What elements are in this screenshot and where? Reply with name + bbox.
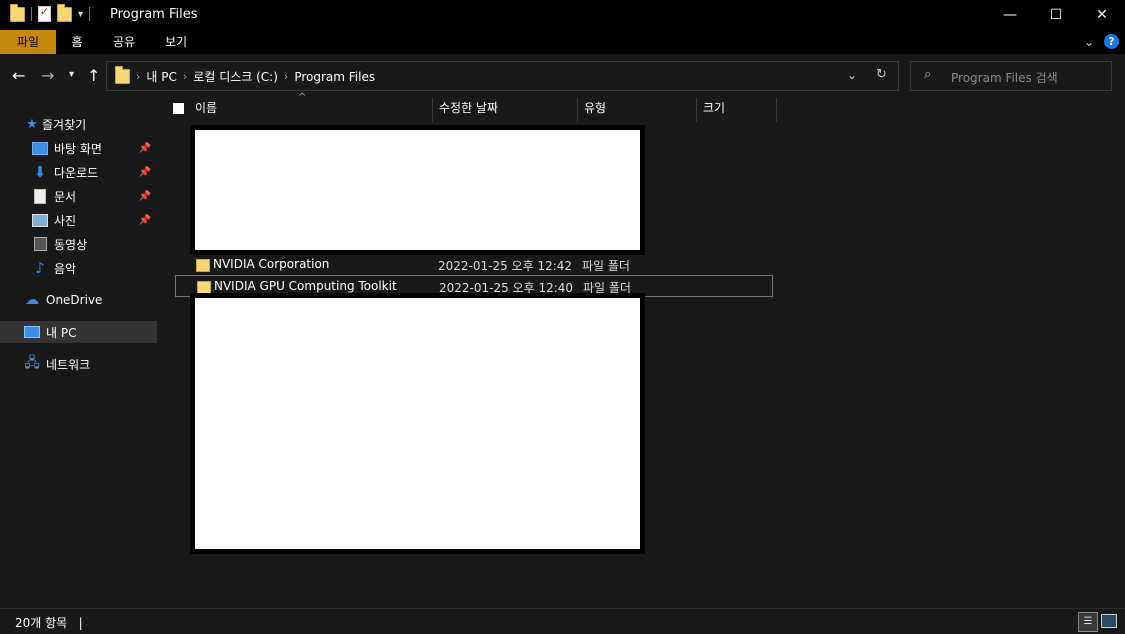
chevron-right-icon[interactable]: › xyxy=(136,70,140,83)
desktop-icon xyxy=(32,140,48,156)
file-date: 2022-01-25 오후 12:42 xyxy=(438,259,573,273)
tab-home[interactable]: 홈 xyxy=(62,30,92,54)
address-toolbar: ← → ▾ ↑ › 내 PC › 로컬 디스크 (C:) › Program F… xyxy=(0,54,1125,96)
video-icon xyxy=(32,236,48,252)
divider xyxy=(89,7,91,21)
forward-arrow-icon[interactable]: → xyxy=(41,66,54,85)
refresh-icon[interactable]: ↻ xyxy=(876,67,887,82)
sidebar-item-label: 음악 xyxy=(54,261,77,276)
column-header-name[interactable]: 이름 xyxy=(195,96,217,120)
expand-ribbon-icon[interactable]: ⌄ xyxy=(1084,35,1094,49)
sort-ascending-icon: ^ xyxy=(298,92,307,103)
file-name: NVIDIA GPU Computing Toolkit xyxy=(214,279,397,293)
column-header-size[interactable]: 크기 xyxy=(703,96,725,120)
breadcrumb-local-disk[interactable]: 로컬 디스크 (C:) xyxy=(193,68,278,85)
select-all-checkbox[interactable] xyxy=(173,103,184,114)
pin-icon[interactable]: 📌 xyxy=(139,167,151,178)
up-arrow-icon[interactable]: ↑ xyxy=(87,66,100,85)
recent-locations-icon[interactable]: ▾ xyxy=(69,69,74,80)
item-count: 20개 항목 | xyxy=(15,616,83,630)
search-icon: ⌕ xyxy=(924,67,932,82)
column-header-date[interactable]: 수정한 날짜 xyxy=(439,96,498,120)
sidebar-item-pictures[interactable]: 사진 📌 xyxy=(0,209,157,231)
sidebar-item-network[interactable]: 🖧 네트워크 xyxy=(0,353,157,375)
pin-icon[interactable]: 📌 xyxy=(139,143,151,154)
redacted-region xyxy=(190,293,645,554)
status-bar: 20개 항목 | ☰ xyxy=(0,608,1125,634)
sidebar-item-label: 사진 xyxy=(54,213,77,228)
sidebar-item-documents[interactable]: 문서 📌 xyxy=(0,185,157,207)
file-list: ^ 이름 수정한 날짜 유형 크기 NVIDIA Corporation 202… xyxy=(160,92,1125,608)
navigation-pane: ★ 즐겨찾기 바탕 화면 📌 ⬇ 다운로드 📌 문서 📌 사진 📌 동영상 ♪ … xyxy=(0,96,161,608)
sidebar-item-label: 다운로드 xyxy=(54,165,99,180)
music-icon: ♪ xyxy=(35,259,45,277)
properties-icon[interactable] xyxy=(38,5,51,22)
column-divider[interactable] xyxy=(696,98,697,122)
new-folder-icon[interactable] xyxy=(57,3,72,22)
chevron-right-icon[interactable]: › xyxy=(284,70,288,83)
sidebar-item-label: 내 PC xyxy=(46,325,77,340)
large-icons-view-button[interactable] xyxy=(1101,614,1117,628)
search-placeholder: Program Files 검색 xyxy=(951,71,1058,85)
breadcrumb-this-pc[interactable]: 내 PC xyxy=(146,68,176,85)
star-icon: ★ xyxy=(26,116,38,132)
customize-dropdown-icon[interactable]: ▾ xyxy=(78,9,83,20)
sidebar-item-label: 동영상 xyxy=(54,237,88,252)
sidebar-item-label: 문서 xyxy=(54,189,77,204)
breadcrumb-program-files[interactable]: Program Files xyxy=(294,70,375,84)
back-arrow-icon[interactable]: ← xyxy=(12,66,25,85)
computer-icon xyxy=(24,324,40,340)
details-view-button[interactable]: ☰ xyxy=(1078,612,1098,632)
title-bar: ▾ Program Files — ☐ ✕ xyxy=(0,0,1125,30)
sidebar-item-label: OneDrive xyxy=(46,293,103,307)
column-divider[interactable] xyxy=(432,98,433,122)
file-name: NVIDIA Corporation xyxy=(213,257,330,271)
divider xyxy=(31,7,32,21)
sidebar-item-quick-access[interactable]: ★ 즐겨찾기 xyxy=(0,113,157,135)
tab-view[interactable]: 보기 xyxy=(156,30,196,54)
folder-icon xyxy=(10,3,25,22)
sidebar-item-this-pc[interactable]: 내 PC xyxy=(0,321,157,343)
column-header-type[interactable]: 유형 xyxy=(584,96,606,120)
picture-icon xyxy=(32,212,48,228)
close-button[interactable]: ✕ xyxy=(1079,0,1125,30)
column-divider[interactable] xyxy=(577,98,578,122)
pin-icon[interactable]: 📌 xyxy=(139,215,151,226)
minimize-button[interactable]: — xyxy=(987,0,1033,30)
document-icon xyxy=(32,188,48,204)
help-icon[interactable]: ? xyxy=(1104,34,1119,49)
ribbon: 파일 홈 공유 보기 ⌄ ? xyxy=(0,30,1125,54)
folder-icon xyxy=(115,66,130,84)
cloud-icon: ☁ xyxy=(25,292,39,308)
download-icon: ⬇ xyxy=(33,163,47,181)
file-type: 파일 폴더 xyxy=(582,259,630,273)
address-bar[interactable]: › 내 PC › 로컬 디스크 (C:) › Program Files ⌄ ↻ xyxy=(106,61,899,91)
network-icon: 🖧 xyxy=(24,355,40,371)
sidebar-item-downloads[interactable]: ⬇ 다운로드 📌 xyxy=(0,161,157,183)
sidebar-item-music[interactable]: ♪ 음악 xyxy=(0,257,157,279)
column-divider[interactable] xyxy=(776,98,777,122)
window-title: Program Files xyxy=(110,7,198,22)
sidebar-item-videos[interactable]: 동영상 xyxy=(0,233,157,255)
pin-icon[interactable]: 📌 xyxy=(139,191,151,202)
sidebar-item-label: 즐겨찾기 xyxy=(42,117,87,132)
sidebar-item-onedrive[interactable]: ☁ OneDrive xyxy=(0,289,157,311)
redacted-region xyxy=(190,125,645,255)
sidebar-item-label: 네트워크 xyxy=(46,357,91,372)
chevron-right-icon[interactable]: › xyxy=(183,70,187,83)
search-box[interactable]: ⌕ Program Files 검색 xyxy=(910,61,1112,91)
maximize-button[interactable]: ☐ xyxy=(1033,0,1079,30)
tab-file[interactable]: 파일 xyxy=(0,30,56,54)
sidebar-item-desktop[interactable]: 바탕 화면 📌 xyxy=(0,137,157,159)
sidebar-item-label: 바탕 화면 xyxy=(54,141,102,156)
quick-access-toolbar: ▾ xyxy=(10,3,91,22)
table-row[interactable]: NVIDIA Corporation 2022-01-25 오후 12:42 파… xyxy=(175,254,772,274)
address-history-chevron-icon[interactable]: ⌄ xyxy=(847,68,857,82)
tab-share[interactable]: 공유 xyxy=(104,30,144,54)
folder-icon xyxy=(196,259,210,272)
